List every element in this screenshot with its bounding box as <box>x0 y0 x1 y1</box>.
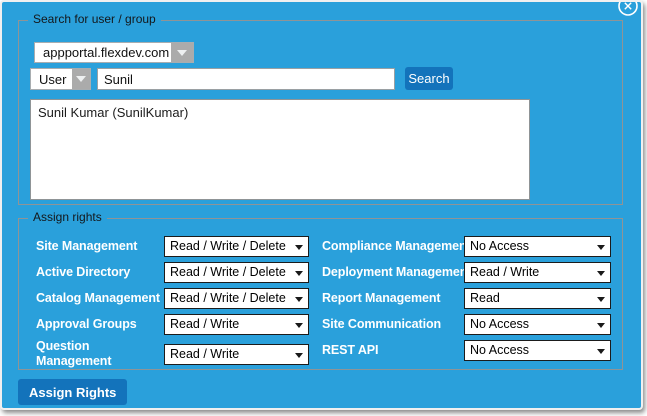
rights-row-active-directory: Active Directory Read / Write / Delete <box>36 259 309 285</box>
catalog-management-select[interactable]: Read / Write / Delete <box>164 288 309 309</box>
rights-label: Report Management <box>322 291 464 306</box>
deployment-management-select[interactable]: Read / Write <box>464 262 611 283</box>
assign-rights-legend: Assign rights <box>28 210 107 224</box>
assign-rights-left-column: Site Management Read / Write / Delete Ac… <box>36 233 309 371</box>
rights-row-site-management: Site Management Read / Write / Delete <box>36 233 309 259</box>
user-type-dropdown-value: User <box>31 69 72 89</box>
rights-row-report-management: Report Management Read <box>322 285 611 311</box>
search-group-legend: Search for user / group <box>28 12 161 26</box>
site-communication-select[interactable]: No Access <box>464 314 611 335</box>
dropdown-arrow-icon <box>295 245 303 250</box>
dropdown-arrow-icon <box>295 297 303 302</box>
search-result-item[interactable]: Sunil Kumar (SunilKumar) <box>31 100 529 125</box>
search-button[interactable]: Search <box>405 67 453 90</box>
report-management-select[interactable]: Read <box>464 288 611 309</box>
rights-row-compliance-management: Compliance Management No Access <box>322 233 611 259</box>
rights-label: Approval Groups <box>36 317 164 332</box>
rights-label: Compliance Management <box>322 239 464 254</box>
rights-label: Deployment Management <box>322 265 464 280</box>
rights-row-deployment-management: Deployment Management Read / Write <box>322 259 611 285</box>
rights-row-rest-api: REST API No Access <box>322 337 611 363</box>
rights-label: Site Management <box>36 239 164 254</box>
dropdown-arrow-icon <box>597 271 605 276</box>
rights-label: Question Management <box>36 339 164 369</box>
dropdown-arrow-icon <box>597 245 605 250</box>
search-groupbox: Search for user / group appportal.flexde… <box>18 20 623 205</box>
dropdown-arrow-icon <box>295 323 303 328</box>
search-input[interactable] <box>97 68 395 90</box>
rights-row-question-management: Question Management Read / Write <box>36 337 309 371</box>
domain-dropdown[interactable]: appportal.flexdev.com <box>34 42 194 63</box>
active-directory-select[interactable]: Read / Write / Delete <box>164 262 309 283</box>
dropdown-arrow-icon <box>295 353 303 358</box>
rest-api-select[interactable]: No Access <box>464 340 611 361</box>
question-management-select[interactable]: Read / Write <box>164 344 309 365</box>
dropdown-arrow-icon <box>597 349 605 354</box>
assign-rights-groupbox: Assign rights Site Management Read / Wri… <box>18 218 623 370</box>
rights-row-catalog-management: Catalog Management Read / Write / Delete <box>36 285 309 311</box>
user-type-dropdown-arrow-button[interactable] <box>72 69 90 89</box>
assign-rights-right-column: Compliance Management No Access Deployme… <box>322 233 611 371</box>
chevron-down-icon <box>177 50 187 56</box>
domain-dropdown-value: appportal.flexdev.com <box>35 43 171 62</box>
rights-label: Active Directory <box>36 265 164 280</box>
chevron-down-icon <box>76 76 86 82</box>
approval-groups-select[interactable]: Read / Write <box>164 314 309 335</box>
search-results-list[interactable]: Sunil Kumar (SunilKumar) <box>30 99 530 200</box>
assign-rights-dialog: Search for user / group appportal.flexde… <box>0 0 643 410</box>
rights-label: Catalog Management <box>36 291 164 306</box>
compliance-management-select[interactable]: No Access <box>464 236 611 257</box>
rights-row-approval-groups: Approval Groups Read / Write <box>36 311 309 337</box>
dropdown-arrow-icon <box>295 271 303 276</box>
dropdown-arrow-icon <box>597 297 605 302</box>
assign-rights-grid: Site Management Read / Write / Delete Ac… <box>36 233 611 371</box>
rights-row-site-communication: Site Communication No Access <box>322 311 611 337</box>
user-type-dropdown[interactable]: User <box>30 68 91 90</box>
close-icon[interactable] <box>617 0 639 17</box>
site-management-select[interactable]: Read / Write / Delete <box>164 236 309 257</box>
dropdown-arrow-icon <box>597 323 605 328</box>
domain-dropdown-arrow-button[interactable] <box>171 43 193 62</box>
assign-rights-button[interactable]: Assign Rights <box>18 379 127 405</box>
rights-label: REST API <box>322 343 464 358</box>
rights-label: Site Communication <box>322 317 464 332</box>
